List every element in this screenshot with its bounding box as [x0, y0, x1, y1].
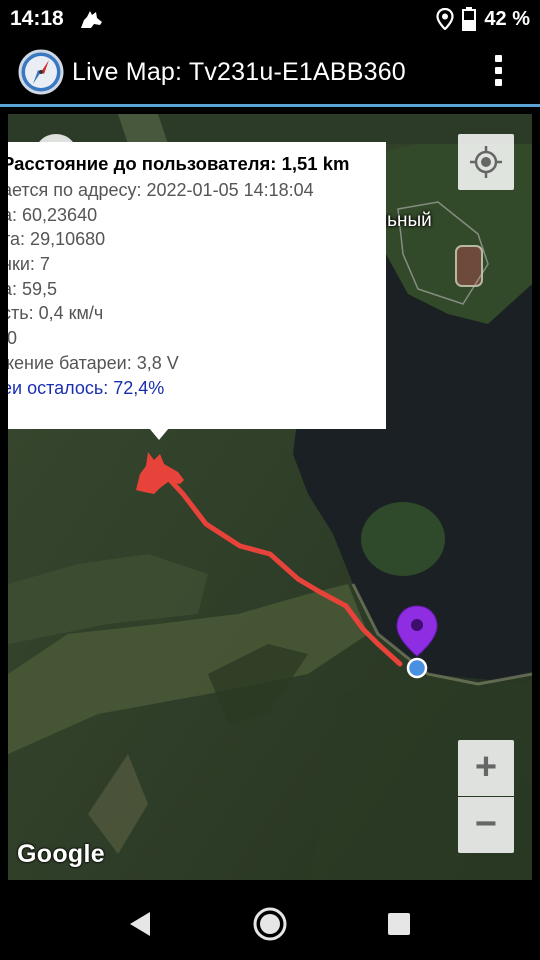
- app-title: Live Map: Tv231u-E1ABB360: [72, 58, 406, 86]
- info-line: та: 29,10680: [8, 229, 106, 250]
- my-location-icon: [470, 146, 502, 178]
- overflow-menu-icon[interactable]: [486, 55, 510, 91]
- info-line: сть: 0,4 км/ч: [8, 303, 104, 324]
- map-view[interactable]: льный Расстояние до пользователя: 1,51 k…: [8, 114, 532, 880]
- compass-app-icon[interactable]: [18, 49, 64, 95]
- info-battery-line: еи осталось: 72,4%: [8, 377, 165, 398]
- dog-notification-icon: [81, 11, 102, 28]
- info-line: а: 60,23640: [8, 204, 98, 225]
- zoom-in-label: +: [474, 746, 498, 788]
- status-bar: 14:18 42 %: [0, 0, 540, 38]
- back-icon[interactable]: [128, 911, 152, 937]
- info-line: ается по адресу: 2022-01-05 14:18:04: [8, 180, 314, 200]
- info-line: ,0: [8, 328, 18, 349]
- info-line: нки: 7: [8, 254, 50, 275]
- zoom-in-button[interactable]: +: [458, 740, 514, 796]
- home-icon[interactable]: [252, 906, 288, 942]
- google-attribution: Google: [17, 840, 105, 868]
- info-window[interactable]: Расстояние до пользователя: 1,51 km аетс…: [8, 142, 386, 429]
- info-title: Расстояние до пользователя: 1,51 km: [8, 153, 350, 174]
- dog-marker-icon[interactable]: [134, 444, 186, 496]
- info-window-tail: [149, 428, 169, 440]
- status-time: 14:18: [10, 7, 64, 30]
- battery-icon: [462, 7, 477, 31]
- battery-percent: 42 %: [484, 7, 530, 30]
- recents-icon[interactable]: [388, 913, 410, 935]
- app-bar-divider: [0, 104, 540, 107]
- zoom-out-button[interactable]: −: [458, 797, 514, 853]
- user-pin-icon[interactable]: [395, 604, 439, 670]
- info-line: жение батареи: 3,8 V: [8, 352, 179, 373]
- info-line: а: 59,5: [8, 278, 58, 299]
- my-location-button[interactable]: [458, 134, 514, 190]
- location-icon: [436, 8, 455, 30]
- zoom-out-label: −: [474, 803, 498, 845]
